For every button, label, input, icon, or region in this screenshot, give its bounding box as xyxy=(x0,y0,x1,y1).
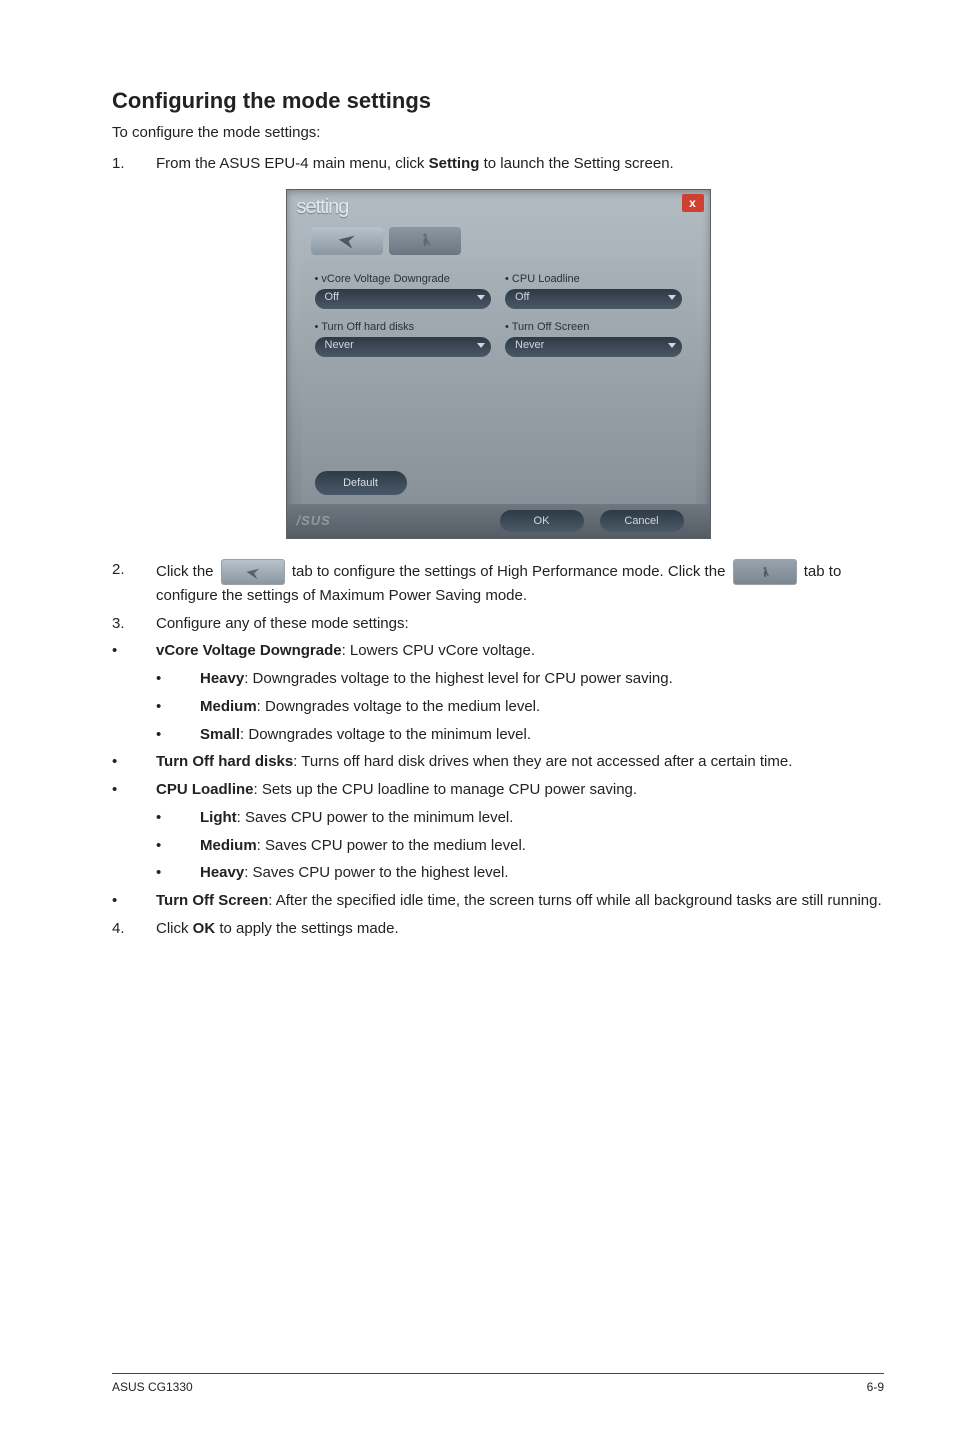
step-1-number: 1. xyxy=(112,153,156,175)
bullet: • xyxy=(156,696,200,718)
hdd-bullet: Turn Off hard disks: Turns off hard disk… xyxy=(156,751,884,773)
vcore-bullet-title: vCore Voltage Downgrade xyxy=(156,642,342,659)
inline-tab-high-perf xyxy=(221,559,285,585)
tab-high-performance[interactable] xyxy=(311,227,383,255)
medium-title: Medium xyxy=(200,698,257,715)
small-desc: : Downgrades voltage to the minimum leve… xyxy=(240,726,531,743)
plane-icon xyxy=(337,231,357,251)
screen-bullet-desc: : After the specified idle time, the scr… xyxy=(268,892,881,909)
screen-bullet-title: Turn Off Screen xyxy=(156,892,268,909)
step-4-text: Click OK to apply the settings made. xyxy=(156,918,884,940)
cancel-button[interactable]: Cancel xyxy=(600,510,684,532)
hdd-bullet-title: Turn Off hard disks xyxy=(156,753,293,770)
heavy2-sub: Heavy: Saves CPU power to the highest le… xyxy=(200,862,884,884)
step-4-c: to apply the settings made. xyxy=(215,920,398,937)
ok-button[interactable]: OK xyxy=(500,510,584,532)
close-icon[interactable]: x xyxy=(682,194,704,212)
footer-left: ASUS CG1330 xyxy=(112,1380,193,1394)
step-1-text: From the ASUS EPU-4 main menu, click Set… xyxy=(156,153,884,175)
light-sub: Light: Saves CPU power to the minimum le… xyxy=(200,807,884,829)
bullet: • xyxy=(156,724,200,746)
asus-logo: /SUS xyxy=(297,513,331,528)
vcore-dropdown[interactable]: Off xyxy=(315,289,492,309)
small-sub: Small: Downgrades voltage to the minimum… xyxy=(200,724,884,746)
dialog-content: vCore Voltage Downgrade Off CPU Loadline… xyxy=(301,261,696,505)
bullet: • xyxy=(156,668,200,690)
hard-disks-option: Turn Off hard disks Never xyxy=(315,321,492,357)
step-4-bold: OK xyxy=(193,920,216,937)
cpu-loadline-option: CPU Loadline Off xyxy=(505,273,682,309)
screen-dropdown[interactable]: Never xyxy=(505,337,682,357)
step-2-b: tab to configure the settings of High Pe… xyxy=(288,563,730,580)
walk-icon xyxy=(415,231,435,251)
page-title: Configuring the mode settings xyxy=(112,88,884,114)
intro-text: To configure the mode settings: xyxy=(112,124,884,141)
vcore-option: vCore Voltage Downgrade Off xyxy=(315,273,492,309)
step-1-part-c: to launch the Setting screen. xyxy=(479,155,673,172)
medium2-title: Medium xyxy=(200,837,257,854)
step-3-text: Configure any of these mode settings: xyxy=(156,613,884,635)
footer-right: 6-9 xyxy=(867,1380,884,1394)
screen-option: Turn Off Screen Never xyxy=(505,321,682,357)
vcore-label: vCore Voltage Downgrade xyxy=(315,273,492,285)
light-title: Light xyxy=(200,809,237,826)
step-2-text: Click the tab to configure the settings … xyxy=(156,559,884,607)
heavy-sub: Heavy: Downgrades voltage to the highest… xyxy=(200,668,884,690)
hdd-label: Turn Off hard disks xyxy=(315,321,492,333)
medium-sub: Medium: Downgrades voltage to the medium… xyxy=(200,696,884,718)
page-footer: ASUS CG1330 6-9 xyxy=(112,1373,884,1394)
bullet: • xyxy=(156,835,200,857)
heavy-title: Heavy xyxy=(200,670,244,687)
screenshot-container: setting x vCore Voltage Downgrade Off CP… xyxy=(112,189,884,539)
dialog-tabs xyxy=(287,219,710,255)
dialog-title: setting xyxy=(287,190,710,219)
medium2-sub: Medium: Saves CPU power to the medium le… xyxy=(200,835,884,857)
step-1-bold: Setting xyxy=(429,155,480,172)
heavy-desc: : Downgrades voltage to the highest leve… xyxy=(244,670,673,687)
cpu-bullet-desc: : Sets up the CPU loadline to manage CPU… xyxy=(254,781,638,798)
light-desc: : Saves CPU power to the minimum level. xyxy=(237,809,514,826)
vcore-bullet: vCore Voltage Downgrade: Lowers CPU vCor… xyxy=(156,640,884,662)
step-4-a: Click xyxy=(156,920,193,937)
bullet: • xyxy=(112,890,156,912)
tab-power-saving[interactable] xyxy=(389,227,461,255)
step-2-number: 2. xyxy=(112,559,156,607)
default-button[interactable]: Default xyxy=(315,471,407,495)
step-4-number: 4. xyxy=(112,918,156,940)
step-1-part-a: From the ASUS EPU-4 main menu, click xyxy=(156,155,429,172)
cpu-bullet-title: CPU Loadline xyxy=(156,781,254,798)
heavy2-title: Heavy xyxy=(200,864,244,881)
screen-label: Turn Off Screen xyxy=(505,321,682,333)
step-3-number: 3. xyxy=(112,613,156,635)
cpu-bullet: CPU Loadline: Sets up the CPU loadline t… xyxy=(156,779,884,801)
bullet: • xyxy=(156,807,200,829)
bullet: • xyxy=(156,862,200,884)
dialog-footer: /SUS OK Cancel xyxy=(287,504,710,538)
step-2-a: Click the xyxy=(156,563,218,580)
medium-desc: : Downgrades voltage to the medium level… xyxy=(257,698,540,715)
bullet: • xyxy=(112,751,156,773)
cpu-dropdown[interactable]: Off xyxy=(505,289,682,309)
bullet: • xyxy=(112,779,156,801)
inline-tab-power-saving xyxy=(733,559,797,585)
heavy2-desc: : Saves CPU power to the highest level. xyxy=(244,864,508,881)
setting-dialog: setting x vCore Voltage Downgrade Off CP… xyxy=(286,189,711,539)
hdd-bullet-desc: : Turns off hard disk drives when they a… xyxy=(293,753,792,770)
cpu-label: CPU Loadline xyxy=(505,273,682,285)
medium2-desc: : Saves CPU power to the medium level. xyxy=(257,837,526,854)
screen-bullet: Turn Off Screen: After the specified idl… xyxy=(156,890,884,912)
small-title: Small xyxy=(200,726,240,743)
vcore-bullet-desc: : Lowers CPU vCore voltage. xyxy=(342,642,535,659)
hdd-dropdown[interactable]: Never xyxy=(315,337,492,357)
bullet: • xyxy=(112,640,156,662)
